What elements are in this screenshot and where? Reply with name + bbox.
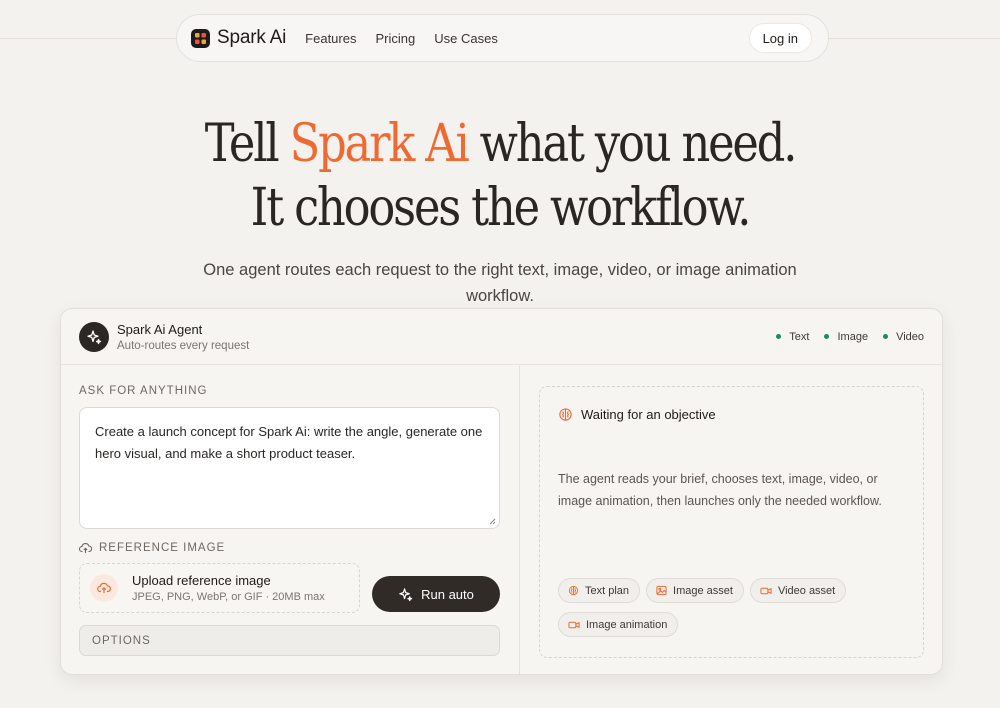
- status-dot: [824, 334, 830, 339]
- nav-link-pricing[interactable]: Pricing: [375, 31, 415, 46]
- workflow-chips: Text plan Image asset Video asset Image …: [558, 578, 908, 637]
- chip-label: Text plan: [585, 584, 630, 597]
- reference-label: REFERENCE IMAGE: [99, 542, 226, 554]
- reference-label-row: REFERENCE IMAGE: [79, 542, 225, 554]
- mode-label: Image: [837, 330, 869, 343]
- run-auto-button[interactable]: Run auto: [372, 576, 500, 612]
- resize-grip-icon[interactable]: [489, 518, 496, 525]
- status-dot: [776, 334, 782, 339]
- top-nav: Spark Ai Features Pricing Use Cases Log …: [176, 14, 829, 62]
- mode-label: Video: [896, 330, 924, 343]
- status-panel: Waiting for an objective The agent reads…: [539, 386, 924, 658]
- status-dot: [883, 334, 889, 339]
- hero-title-line1: Tell Spark Ai what you need.: [70, 112, 930, 176]
- prompt-textarea[interactable]: Create a launch concept for Spark Ai: wr…: [79, 407, 500, 529]
- agent-name: Spark Ai Agent: [117, 321, 203, 337]
- mode-label: Text: [789, 330, 810, 343]
- mode-video: Video: [883, 331, 924, 343]
- column-divider: [519, 366, 520, 674]
- upload-dropzone[interactable]: Upload reference image JPEG, PNG, WebP, …: [79, 563, 360, 613]
- video-icon: [760, 587, 772, 594]
- status-body: The agent reads your brief, chooses text…: [558, 472, 882, 508]
- sparkle-icon: [79, 321, 109, 352]
- chip-video-asset[interactable]: Video asset: [749, 578, 847, 603]
- chip-image-asset[interactable]: Image asset: [646, 578, 744, 603]
- upload-title: Upload reference image: [132, 573, 271, 588]
- logo-icon: [191, 28, 210, 48]
- nav-links: Features Pricing Use Cases: [305, 31, 498, 46]
- agent-card-header: Spark Ai Agent Auto-routes every request…: [61, 309, 942, 365]
- login-button[interactable]: Log in: [748, 23, 812, 53]
- upload-icon: [90, 574, 118, 602]
- hero-title-accent: Spark Ai: [289, 114, 470, 174]
- chip-image-animation[interactable]: Image animation: [558, 612, 679, 637]
- chip-label: Image animation: [586, 618, 668, 631]
- hero-title-pre: Tell: [204, 114, 290, 174]
- agent-info: Spark Ai Agent Auto-routes every request: [117, 322, 249, 352]
- status-header: Waiting for an objective: [558, 407, 716, 422]
- hero-title-post: what you need.: [467, 114, 798, 174]
- upload-hint: JPEG, PNG, WebP, or GIF · 20MB max: [132, 591, 325, 603]
- sparkle-icon: [399, 587, 413, 601]
- mode-indicators: Text Image Video: [776, 331, 924, 343]
- brain-icon: [568, 585, 579, 596]
- hero-subtitle: One agent routes each request to the rig…: [203, 261, 797, 305]
- video-icon: [568, 621, 580, 628]
- brain-icon: [559, 408, 572, 421]
- chip-text-plan[interactable]: Text plan: [558, 578, 641, 603]
- nav-link-features[interactable]: Features: [305, 31, 356, 46]
- ask-label: ASK FOR ANYTHING: [79, 385, 208, 397]
- prompt-value: Create a launch concept for Spark Ai: wr…: [95, 424, 483, 461]
- run-auto-label: Run auto: [421, 586, 474, 602]
- divider-right: [828, 38, 1000, 39]
- upload-text: Upload reference image JPEG, PNG, WebP, …: [132, 573, 325, 603]
- hero-title: Tell Spark Ai what you need. It chooses …: [70, 112, 930, 240]
- nav-link-use-cases[interactable]: Use Cases: [434, 31, 498, 46]
- cloud-upload-icon: [79, 542, 92, 553]
- input-panel: ASK FOR ANYTHING Create a launch concept…: [61, 366, 519, 674]
- hero-title-line2: It chooses the workflow.: [250, 178, 752, 238]
- brand-name[interactable]: Spark Ai: [217, 27, 286, 49]
- chip-label: Image asset: [673, 584, 733, 597]
- options-toggle[interactable]: OPTIONS: [79, 625, 500, 656]
- divider-left: [0, 38, 176, 39]
- mode-text: Text: [776, 331, 809, 343]
- chip-label: Video asset: [777, 584, 836, 597]
- agent-card: Spark Ai Agent Auto-routes every request…: [60, 308, 943, 675]
- mode-image: Image: [824, 331, 868, 343]
- status-title: Waiting for an objective: [581, 407, 716, 422]
- image-icon: [656, 585, 667, 596]
- agent-description: Auto-routes every request: [117, 339, 250, 352]
